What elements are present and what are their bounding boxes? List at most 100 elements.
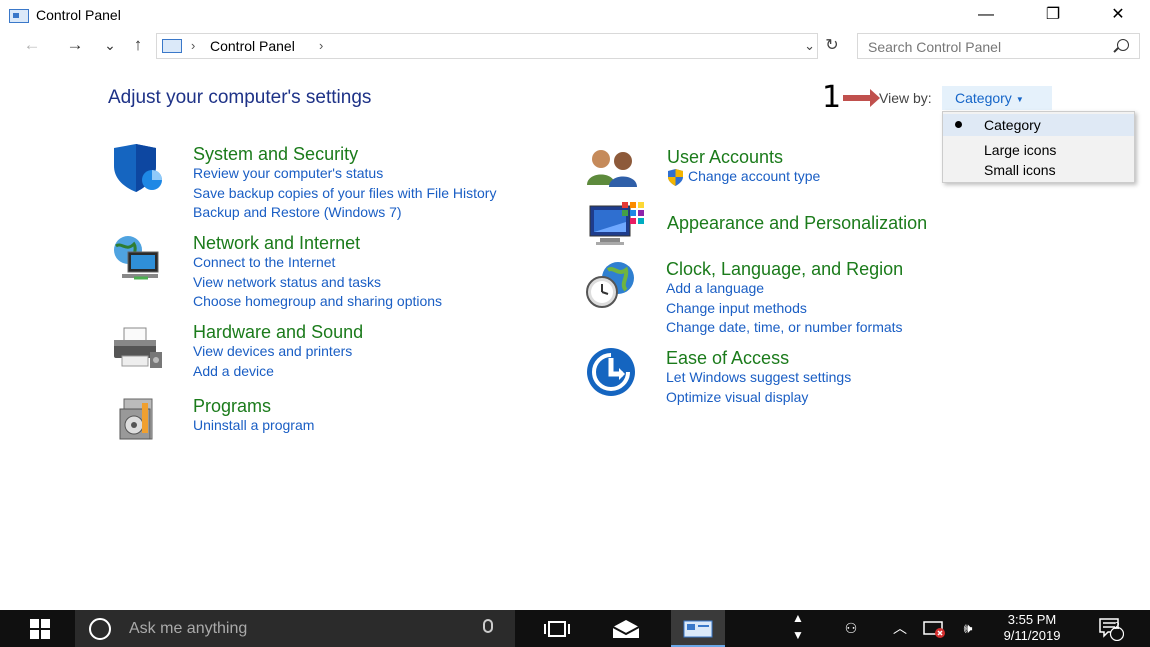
category-link-text[interactable]: Change account type [688,168,820,184]
clock-globe-icon[interactable] [582,258,640,310]
uac-shield-icon [668,169,683,186]
category-user-accounts: User Accounts Change account type [667,147,820,187]
category-title[interactable]: Clock, Language, and Region [666,259,903,279]
mail-app-button[interactable] [604,610,648,647]
notification-icon [1099,618,1125,642]
recent-locations-button[interactable]: ⌄ [98,37,122,54]
category-link[interactable]: Backup and Restore (Windows 7) [193,203,496,223]
category-link[interactable]: Optimize visual display [666,388,851,408]
show-hidden-icons-icon[interactable]: ︿ [890,610,910,647]
category-link[interactable]: Save backup copies of your files with Fi… [193,184,496,204]
minimize-button[interactable]: — [963,0,1009,32]
title-bar: Control Panel — ❐ ✕ [0,0,1150,32]
category-link[interactable]: Review your computer's status [193,164,496,184]
search-input[interactable]: Search Control Panel [857,33,1140,59]
breadcrumb-control-panel[interactable]: Control Panel [210,38,295,54]
cortana-icon [89,618,111,640]
clock[interactable]: 3:55 PM 9/11/2019 [990,612,1074,644]
menu-item-large-icons[interactable]: Large icons [943,139,1134,161]
category-hardware-and-sound: Hardware and Sound View devices and prin… [193,322,363,381]
back-button[interactable]: ← [20,35,44,55]
category-programs: Programs Uninstall a program [193,396,314,436]
cortana-search-box[interactable]: Ask me anything [75,610,515,647]
category-title[interactable]: Hardware and Sound [193,322,363,342]
address-dropdown-button[interactable]: ⌄ [804,38,815,54]
windows-logo-icon [30,619,50,639]
users-icon[interactable] [583,145,641,197]
task-view-button[interactable] [535,610,579,647]
taskbar-scroll-buttons[interactable]: ▲ ▼ [788,610,808,647]
start-button[interactable] [18,610,62,647]
menu-item-label: Category [984,117,1041,133]
category-link[interactable]: Change input methods [666,299,903,319]
monitor-icon[interactable] [586,200,644,252]
category-link[interactable]: Choose homegroup and sharing options [193,292,442,312]
category-link[interactable]: Change date, time, or number formats [666,318,903,338]
window-title: Control Panel [36,7,121,23]
taskbar: Ask me anything ▲ ▼ ⚇ ︿ 🕪 3:55 PM 9/11/2… [0,610,1150,647]
menu-item-small-icons[interactable]: Small icons [943,159,1134,181]
category-link[interactable]: Change account type [667,167,820,187]
volume-icon[interactable]: 🕪 [955,610,981,647]
task-view-icon [544,621,570,637]
category-title[interactable]: Network and Internet [193,233,442,253]
view-by-value[interactable]: Category [955,90,1012,106]
forward-button[interactable]: → [63,35,87,55]
control-panel-taskbar-button[interactable] [671,610,725,647]
view-by-label: View by: [879,90,932,106]
address-bar[interactable]: › Control Panel › ⌄ [156,33,818,59]
shield-icon[interactable] [108,142,166,194]
category-title[interactable]: System and Security [193,144,496,164]
network-icon[interactable] [108,232,166,284]
category-link[interactable]: Connect to the Internet [193,253,442,273]
breadcrumb-separator[interactable]: › [319,38,323,53]
search-icon[interactable] [1117,39,1129,51]
up-button[interactable]: ↑ [126,35,150,55]
maximize-button[interactable]: ❐ [1030,0,1076,32]
view-by-dropdown[interactable]: Category ▼ [942,86,1052,110]
category-title[interactable]: Ease of Access [666,348,851,368]
menu-item-label: Large icons [984,142,1057,158]
close-button[interactable]: ✕ [1095,0,1141,32]
clock-date: 9/11/2019 [1003,628,1061,643]
control-panel-icon [683,620,713,638]
people-icon[interactable]: ⚇ [838,610,864,647]
envelope-icon [612,620,640,638]
category-title[interactable]: User Accounts [667,147,820,167]
category-link[interactable]: Add a device [193,362,363,382]
control-panel-icon [162,39,182,53]
category-link[interactable]: Uninstall a program [193,416,314,436]
category-link[interactable]: Let Windows suggest settings [666,368,851,388]
clock-time: 3:55 PM [1007,612,1057,627]
category-link[interactable]: View devices and printers [193,342,363,362]
view-by-menu: Category Large icons Small icons [942,111,1135,183]
programs-icon[interactable] [112,393,170,445]
microphone-icon[interactable] [483,619,493,633]
ease-of-access-icon[interactable] [585,346,643,398]
network-status-icon[interactable] [920,610,948,647]
menu-item-category[interactable]: Category [943,114,1134,136]
selected-bullet-icon [955,121,962,128]
category-system-and-security: System and Security Review your computer… [193,144,496,223]
category-network-and-internet: Network and Internet Connect to the Inte… [193,233,442,312]
category-ease-of-access: Ease of Access Let Windows suggest setti… [666,348,851,407]
menu-item-label: Small icons [984,162,1056,178]
annotation-arrow-1 [843,89,880,107]
category-title[interactable]: Programs [193,396,314,416]
search-placeholder: Search Control Panel [868,39,1002,55]
notification-count: 2 [1114,621,1120,632]
refresh-button[interactable]: ↻ [820,33,844,59]
category-link[interactable]: Add a language [666,279,903,299]
caret-down-icon: ▼ [1015,94,1024,104]
category-title[interactable]: Appearance and Personalization [667,213,927,233]
category-appearance-and-personalization: Appearance and Personalization [667,213,927,233]
annotation-step-1: 1 [822,80,842,115]
category-link[interactable]: View network status and tasks [193,273,442,293]
action-center-button[interactable]: 2 [1094,610,1128,647]
category-clock-language-region: Clock, Language, and Region Add a langua… [666,259,903,338]
page-title: Adjust your computer's settings [108,87,372,108]
control-panel-icon [9,9,29,23]
cortana-placeholder: Ask me anything [129,620,248,637]
printer-icon[interactable] [108,322,166,374]
breadcrumb-separator[interactable]: › [191,38,195,53]
